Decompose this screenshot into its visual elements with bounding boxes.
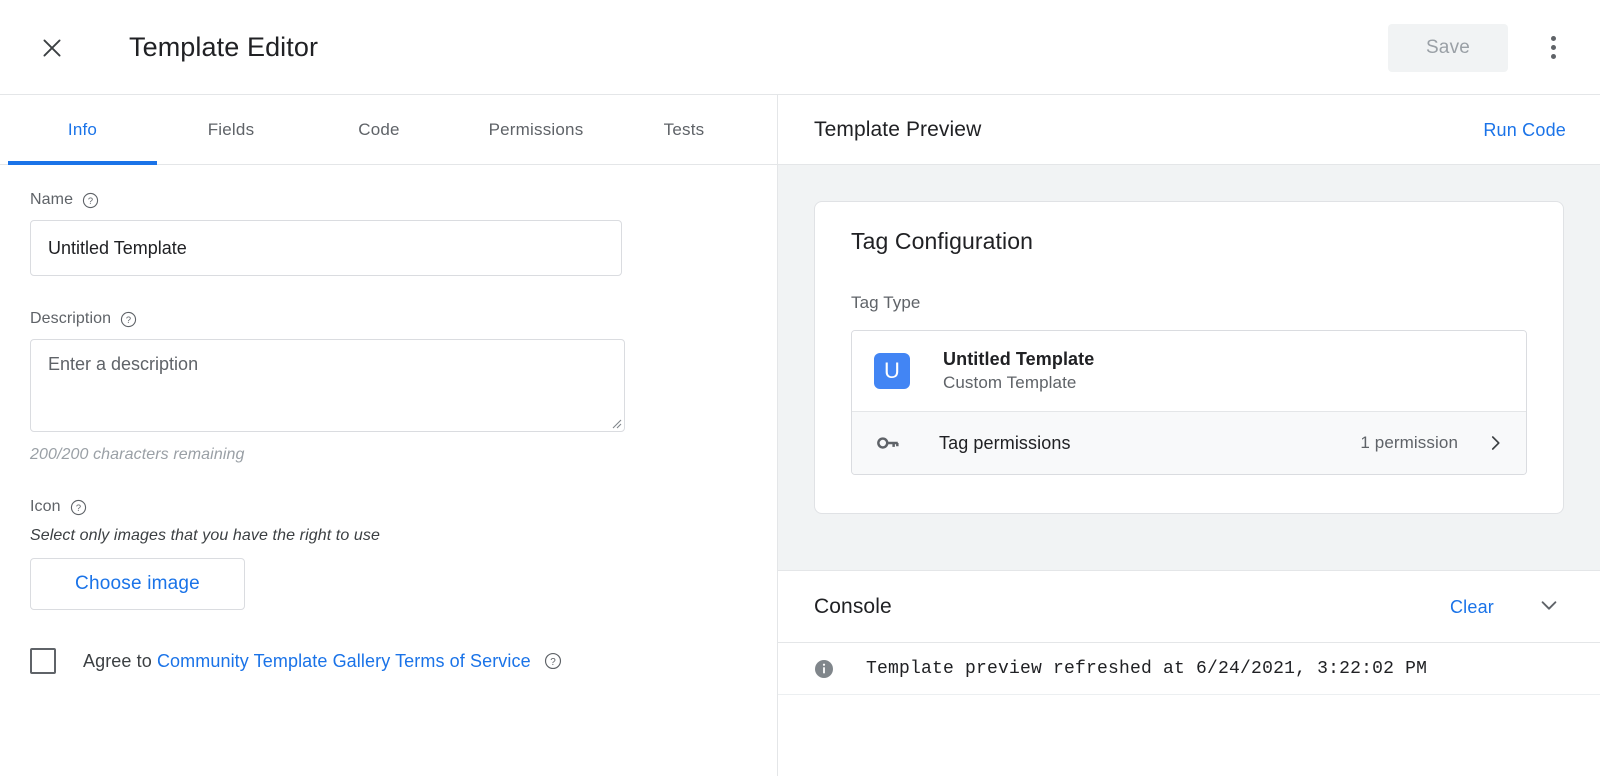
left-pane: Info Fields Code Permissions Tests bbox=[0, 95, 778, 776]
more-vert-icon-dot bbox=[1551, 54, 1556, 59]
tag-type-box: U Untitled Template Custom Template bbox=[851, 330, 1527, 475]
more-vert-icon bbox=[1551, 36, 1556, 41]
description-wrapper bbox=[30, 339, 625, 432]
icon-hint-text: Select only images that you have the rig… bbox=[30, 527, 747, 545]
run-code-button[interactable]: Run Code bbox=[1483, 120, 1566, 141]
icon-label-text: Icon bbox=[30, 498, 61, 516]
tab-fields-label: Fields bbox=[208, 120, 255, 140]
terms-checkbox[interactable] bbox=[30, 648, 56, 674]
close-button[interactable] bbox=[30, 26, 74, 70]
tab-bar: Info Fields Code Permissions Tests bbox=[0, 95, 777, 165]
help-circle-icon[interactable]: ? bbox=[120, 311, 137, 328]
tag-permissions-count: 1 permission bbox=[1360, 433, 1458, 453]
tag-template-name: Untitled Template bbox=[943, 349, 1094, 370]
template-name-input[interactable] bbox=[30, 220, 622, 276]
svg-text:?: ? bbox=[76, 503, 81, 513]
tag-configuration-card: Tag Configuration Tag Type U Untitled Te… bbox=[814, 201, 1564, 514]
console-body: Template preview refreshed at 6/24/2021,… bbox=[778, 643, 1600, 776]
key-icon bbox=[874, 429, 902, 457]
terms-agreement-row: Agree to Community Template Gallery Term… bbox=[30, 648, 747, 674]
right-pane: Template Preview Run Code Tag Configurat… bbox=[778, 95, 1600, 776]
tag-template-texts: Untitled Template Custom Template bbox=[943, 349, 1094, 393]
tab-code-label: Code bbox=[358, 120, 399, 140]
editor-body: Info Fields Code Permissions Tests bbox=[0, 95, 1600, 776]
console-message-row: Template preview refreshed at 6/24/2021,… bbox=[778, 643, 1600, 695]
terms-of-service-link[interactable]: Community Template Gallery Terms of Serv… bbox=[157, 651, 531, 671]
help-circle-icon[interactable]: ? bbox=[70, 499, 87, 516]
help-circle-icon[interactable]: ? bbox=[82, 192, 99, 209]
save-button[interactable]: Save bbox=[1388, 24, 1508, 72]
tag-template-subtitle: Custom Template bbox=[943, 373, 1094, 393]
chevron-right-icon[interactable] bbox=[1486, 434, 1504, 452]
tag-template-row[interactable]: U Untitled Template Custom Template bbox=[852, 331, 1526, 412]
tab-tests[interactable]: Tests bbox=[619, 95, 749, 165]
agree-prefix: Agree to bbox=[83, 651, 157, 671]
console-header: Console Clear bbox=[778, 571, 1600, 643]
console-clear-button[interactable]: Clear bbox=[1450, 597, 1494, 618]
preview-body: Tag Configuration Tag Type U Untitled Te… bbox=[778, 165, 1600, 571]
tab-permissions-label: Permissions bbox=[489, 120, 584, 140]
tag-permissions-row[interactable]: Tag permissions 1 permission bbox=[852, 412, 1526, 474]
more-vert-icon-dot bbox=[1551, 45, 1556, 50]
template-description-textarea[interactable] bbox=[30, 339, 625, 432]
svg-text:?: ? bbox=[126, 315, 131, 325]
name-field-label: Name ? bbox=[30, 191, 747, 209]
description-label-text: Description bbox=[30, 310, 111, 328]
tab-code[interactable]: Code bbox=[305, 95, 453, 165]
tag-permissions-label: Tag permissions bbox=[939, 433, 1071, 454]
top-app-bar: Template Editor Save bbox=[0, 0, 1600, 95]
more-options-button[interactable] bbox=[1530, 25, 1576, 71]
svg-text:?: ? bbox=[88, 196, 93, 206]
tab-info-label: Info bbox=[68, 120, 97, 140]
tab-fields[interactable]: Fields bbox=[157, 95, 305, 165]
tab-permissions[interactable]: Permissions bbox=[453, 95, 619, 165]
svg-text:?: ? bbox=[550, 657, 556, 668]
tag-configuration-title: Tag Configuration bbox=[851, 228, 1527, 255]
page-title: Template Editor bbox=[129, 32, 318, 63]
chevron-down-icon bbox=[1538, 594, 1560, 621]
description-field-label: Description ? bbox=[30, 310, 747, 328]
info-form: Name ? Description ? bbox=[0, 165, 777, 776]
preview-header: Template Preview Run Code bbox=[778, 95, 1600, 165]
template-letter-icon: U bbox=[874, 353, 910, 389]
tab-info[interactable]: Info bbox=[8, 95, 157, 165]
preview-title: Template Preview bbox=[814, 118, 981, 142]
tab-tests-label: Tests bbox=[664, 120, 705, 140]
console-title: Console bbox=[814, 595, 892, 619]
choose-image-button[interactable]: Choose image bbox=[30, 558, 245, 610]
console-message-text: Template preview refreshed at 6/24/2021,… bbox=[866, 659, 1427, 679]
close-icon bbox=[39, 35, 65, 61]
tag-type-label: Tag Type bbox=[851, 293, 1527, 313]
terms-agreement-text: Agree to Community Template Gallery Term… bbox=[83, 651, 531, 672]
character-counter: 200/200 characters remaining bbox=[30, 446, 747, 464]
name-label-text: Name bbox=[30, 191, 73, 209]
info-icon bbox=[814, 659, 834, 679]
icon-field-label: Icon ? bbox=[30, 498, 747, 516]
template-editor-window: Template Editor Save Info Fields Code bbox=[0, 0, 1600, 776]
console-collapse-button[interactable] bbox=[1532, 590, 1566, 624]
help-circle-icon[interactable]: ? bbox=[544, 652, 562, 670]
